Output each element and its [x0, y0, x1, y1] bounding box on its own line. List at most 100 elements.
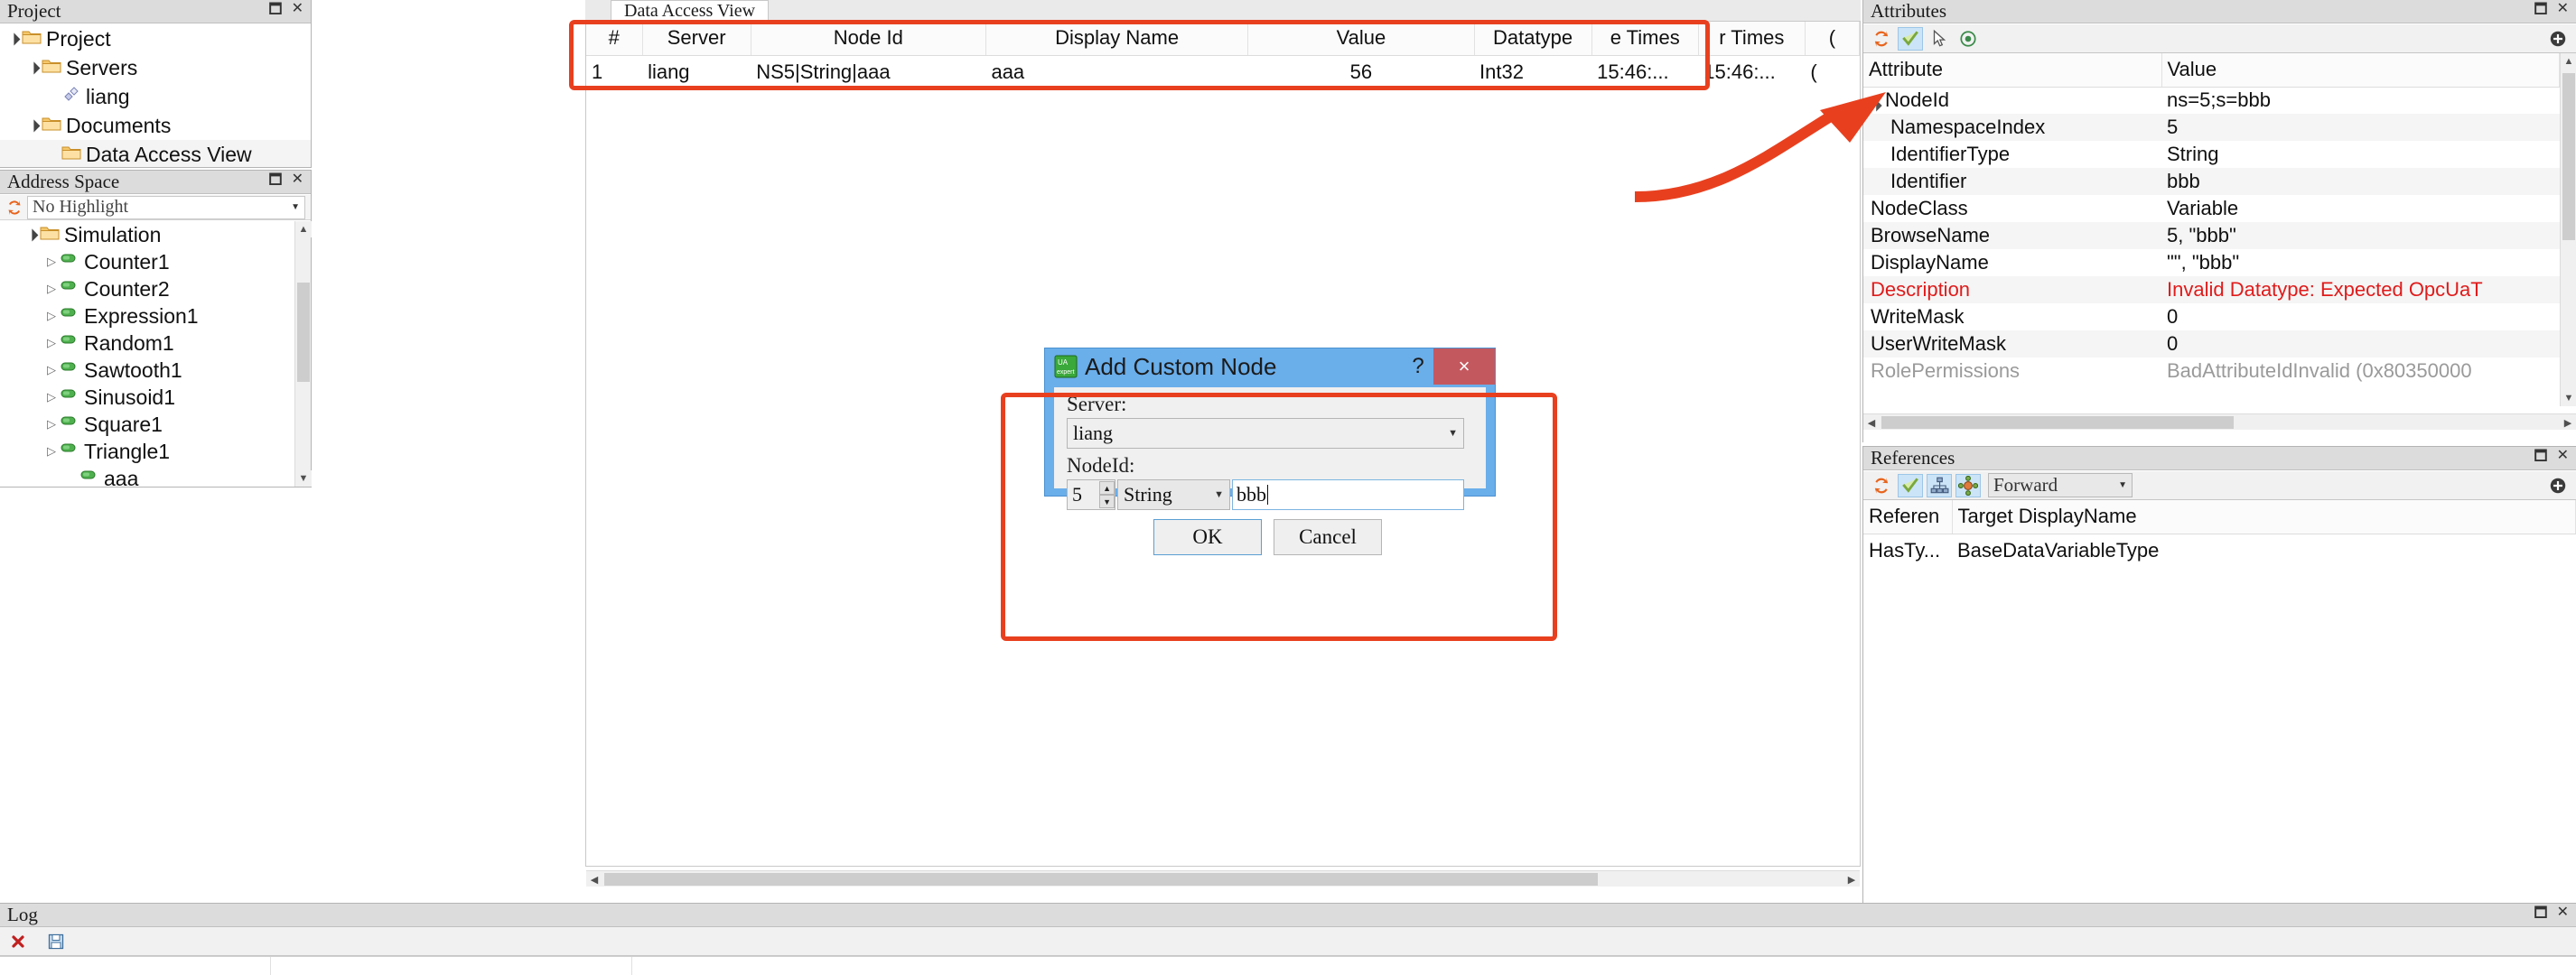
tree-item-counter2[interactable]: ▷Counter2 [0, 275, 294, 302]
project-tree[interactable]: ◢Project◢Servers liang◢Documents Data Ac… [0, 24, 311, 167]
help-icon[interactable]: ? [1403, 354, 1433, 379]
column-header-datatype[interactable]: Datatype [1474, 22, 1591, 55]
tree-item-data-access-view[interactable]: Data Access View [0, 140, 311, 167]
data-access-view-header-row[interactable]: #ServerNode IdDisplay NameValueDatatypee… [586, 22, 1860, 55]
tree-item-random1[interactable]: ▷Random1 [0, 330, 294, 357]
attribute-row[interactable]: BrowseName5, "bbb" [1863, 222, 2560, 249]
attribute-row[interactable]: IdentifierTypeString [1863, 141, 2560, 168]
scroll-down-arrow-icon[interactable]: ▼ [295, 470, 312, 487]
tree-item-counter1[interactable]: ▷Counter1 [0, 248, 294, 275]
server-combo[interactable]: liang ▼ [1067, 418, 1464, 449]
expander-collapsed-icon[interactable]: ▷ [43, 330, 60, 357]
refresh-icon[interactable] [1869, 474, 1894, 497]
attributes-float-icon[interactable]: 🗖 [2534, 0, 2547, 23]
column-header-referen[interactable]: Referen [1863, 500, 1952, 534]
attribute-row[interactable]: NamespaceIndex5 [1863, 114, 2560, 141]
attributes-scroll-thumb[interactable] [2562, 73, 2575, 240]
check-icon[interactable] [1898, 474, 1923, 497]
add-icon[interactable] [2545, 474, 2571, 497]
attribute-row[interactable]: UserWriteMask0 [1863, 330, 2560, 358]
table-row[interactable]: HasTy...BaseDataVariableType [1863, 534, 2576, 568]
refresh-icon[interactable] [1869, 27, 1894, 51]
node-icon[interactable] [1955, 474, 1981, 497]
reference-direction-combo[interactable]: Forward ▼ [1988, 473, 2133, 497]
column-header-node-id[interactable]: Node Id [751, 22, 985, 55]
tree-item-project[interactable]: ◢Project [0, 24, 311, 53]
log-panel-float-icon[interactable]: 🗖 [2534, 903, 2547, 927]
tree-item-square1[interactable]: ▷Square1 [0, 411, 294, 438]
expander-collapsed-icon[interactable]: ▷ [43, 302, 60, 330]
address-space-float-icon[interactable]: 🗖 [268, 170, 282, 194]
scroll-up-arrow-icon[interactable]: ▲ [2561, 53, 2576, 70]
expander-collapsed-icon[interactable]: ▷ [43, 248, 60, 275]
tree-item-triangle1[interactable]: ▷Triangle1 [0, 438, 294, 465]
stepper-down-icon[interactable]: ▼ [1099, 495, 1115, 508]
attributes-table[interactable]: AttributeValue ◢NodeIdns=5;s=bbbNamespac… [1863, 53, 2560, 385]
column-header-display-name[interactable]: Display Name [985, 22, 1247, 55]
column-header-source-timestamp[interactable]: e Times [1591, 22, 1698, 55]
column-header-attribute[interactable]: Attribute [1863, 53, 2161, 87]
tree-item-servers[interactable]: ◢Servers [0, 53, 311, 82]
attribute-row[interactable]: WriteMask0 [1863, 303, 2560, 330]
attributes-vscrollbar[interactable]: ▲ ▼ [2560, 53, 2576, 406]
identifier-input[interactable]: bbb [1232, 479, 1464, 510]
column-header-target-displayname[interactable]: Target DisplayName [1952, 500, 2576, 534]
column-header-server[interactable]: Server [642, 22, 751, 55]
identifier-type-combo[interactable]: String ▼ [1117, 479, 1230, 510]
scroll-up-arrow-icon[interactable]: ▲ [295, 221, 312, 237]
address-space-scroll-thumb[interactable] [297, 283, 310, 382]
attributes-close-icon[interactable]: ✕ [2557, 0, 2569, 23]
expander-collapsed-icon[interactable]: ▷ [43, 438, 60, 465]
refresh-icon[interactable] [2, 196, 27, 219]
expander-collapsed-icon[interactable]: ▷ [43, 275, 60, 302]
tree-item-sawtooth1[interactable]: ▷Sawtooth1 [0, 357, 294, 384]
attributes-header-row[interactable]: AttributeValue [1863, 53, 2560, 87]
tree-item-documents[interactable]: ◢Documents [0, 111, 311, 140]
project-panel-float-icon[interactable]: 🗖 [268, 0, 282, 23]
check-icon[interactable] [1898, 27, 1923, 51]
references-float-icon[interactable]: 🗖 [2534, 446, 2547, 470]
column-header-s[interactable]: ( [1805, 22, 1859, 55]
stepper-up-icon[interactable]: ▲ [1099, 481, 1115, 495]
pointer-icon[interactable] [1927, 27, 1952, 51]
scroll-left-arrow-icon[interactable]: ◀ [586, 871, 602, 887]
tree-item-sinusoid1[interactable]: ▷Sinusoid1 [0, 384, 294, 411]
scroll-right-arrow-icon[interactable]: ▶ [2560, 414, 2576, 431]
dialog-titlebar[interactable]: UAexpert Add Custom Node ? × [1045, 348, 1495, 385]
ok-button[interactable]: OK [1153, 519, 1262, 555]
scroll-down-arrow-icon[interactable]: ▼ [2561, 390, 2576, 406]
target-icon[interactable] [1955, 27, 1981, 51]
references-close-icon[interactable]: ✕ [2557, 446, 2569, 470]
data-access-view-hscrollbar[interactable]: ◀ ▶ [586, 870, 1860, 887]
scroll-right-arrow-icon[interactable]: ▶ [1843, 871, 1860, 887]
attribute-row[interactable]: RolePermissionsBadAttributeIdInvalid (0x… [1863, 358, 2560, 385]
save-icon[interactable] [43, 930, 69, 953]
column-header--[interactable]: # [586, 22, 642, 55]
tree-item-expression1[interactable]: ▷Expression1 [0, 302, 294, 330]
clear-icon[interactable] [5, 930, 31, 953]
data-access-view-table[interactable]: #ServerNode IdDisplay NameValueDatatypee… [586, 22, 1860, 89]
attributes-hscrollbar[interactable]: ◀ ▶ [1863, 413, 2576, 430]
tree-item-liang[interactable]: liang [0, 82, 311, 111]
attribute-row[interactable]: NodeClassVariable [1863, 195, 2560, 222]
table-row[interactable]: 1liangNS5|String|aaaaaa56Int3215:46:...1… [586, 55, 1860, 89]
column-header-value[interactable]: Value [2161, 53, 2560, 87]
project-panel-close-icon[interactable]: ✕ [292, 0, 303, 23]
address-space-tree[interactable]: ◢Simulation▷Counter1▷Counter2▷Expression… [0, 221, 294, 487]
cancel-button[interactable]: Cancel [1274, 519, 1382, 555]
expander-collapsed-icon[interactable]: ▷ [43, 357, 60, 384]
tree-item-simulation[interactable]: ◢Simulation [0, 221, 294, 248]
add-custom-node-dialog[interactable]: UAexpert Add Custom Node ? × Server: lia… [1044, 348, 1496, 497]
attributes-hscroll-thumb[interactable] [1881, 416, 2234, 429]
address-space-vscrollbar[interactable]: ▲ ▼ [294, 221, 311, 487]
highlight-combo[interactable]: No Highlight ▼ [27, 196, 305, 219]
add-icon[interactable] [2545, 27, 2571, 51]
scroll-left-arrow-icon[interactable]: ◀ [1863, 414, 1880, 431]
references-table[interactable]: ReferenTarget DisplayName HasTy...BaseDa… [1863, 500, 2576, 568]
hierarchy-icon[interactable] [1927, 474, 1952, 497]
attribute-row[interactable]: ◢NodeIdns=5;s=bbb [1863, 87, 2560, 114]
attribute-row[interactable]: Identifierbbb [1863, 168, 2560, 195]
expander-collapsed-icon[interactable]: ▷ [43, 411, 60, 438]
column-header-server-timestamp[interactable]: r Times [1698, 22, 1805, 55]
expander-collapsed-icon[interactable]: ▷ [43, 384, 60, 411]
